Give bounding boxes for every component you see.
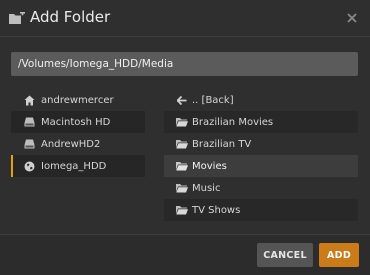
arrow-left-icon: [176, 95, 188, 105]
location-label: andrewmercer: [41, 94, 114, 106]
folder-item-tv-shows[interactable]: TV Shows: [164, 199, 358, 221]
cancel-button[interactable]: CANCEL: [257, 243, 313, 267]
folder-label: TV Shows: [192, 204, 241, 216]
location-item-andrewhd2[interactable]: AndrewHD2: [11, 133, 145, 155]
folder-label: Brazilian Movies: [192, 116, 274, 128]
add-folder-dialog: Add Folder andrewmercer Macin: [0, 0, 370, 275]
path-input[interactable]: [11, 52, 358, 76]
add-button[interactable]: ADD: [319, 243, 359, 267]
folder-icon: [176, 139, 188, 149]
folder-list: .. [Back] Brazilian Movies Brazilian TV: [164, 89, 358, 221]
location-item-andrewmercer[interactable]: andrewmercer: [11, 89, 145, 111]
location-label: Iomega_HDD: [41, 160, 107, 172]
location-label: AndrewHD2: [41, 138, 101, 150]
folder-item-back[interactable]: .. [Back]: [164, 89, 358, 111]
folder-label: .. [Back]: [192, 94, 234, 106]
home-icon: [23, 94, 35, 106]
dialog-footer: [0, 235, 370, 275]
folder-item-music[interactable]: Music: [164, 177, 358, 199]
folder-label: Brazilian TV: [192, 138, 252, 150]
folder-label: Music: [192, 182, 221, 194]
dialog-title: Add Folder: [30, 8, 111, 26]
folder-icon: [176, 183, 188, 193]
folder-icon: [176, 117, 188, 127]
folder-plus-icon: [9, 10, 25, 24]
location-label: Macintosh HD: [41, 116, 111, 128]
hard-drive-icon: [23, 116, 35, 128]
folder-item-brazilian-tv[interactable]: Brazilian TV: [164, 133, 358, 155]
globe-icon: [23, 160, 35, 172]
folder-icon: [176, 161, 188, 171]
folder-item-movies[interactable]: Movies: [164, 155, 358, 177]
close-icon[interactable]: [346, 9, 358, 23]
locations-list: andrewmercer Macintosh HD AndrewHD2 Iome…: [11, 89, 145, 177]
folder-icon: [176, 205, 188, 215]
location-item-iomega-hdd[interactable]: Iomega_HDD: [11, 155, 145, 177]
hard-drive-icon: [23, 138, 35, 150]
folder-label: Movies: [192, 160, 227, 172]
dialog-header: Add Folder: [0, 0, 370, 36]
header-divider: [0, 36, 370, 37]
location-item-macintosh-hd[interactable]: Macintosh HD: [11, 111, 145, 133]
folder-item-brazilian-movies[interactable]: Brazilian Movies: [164, 111, 358, 133]
